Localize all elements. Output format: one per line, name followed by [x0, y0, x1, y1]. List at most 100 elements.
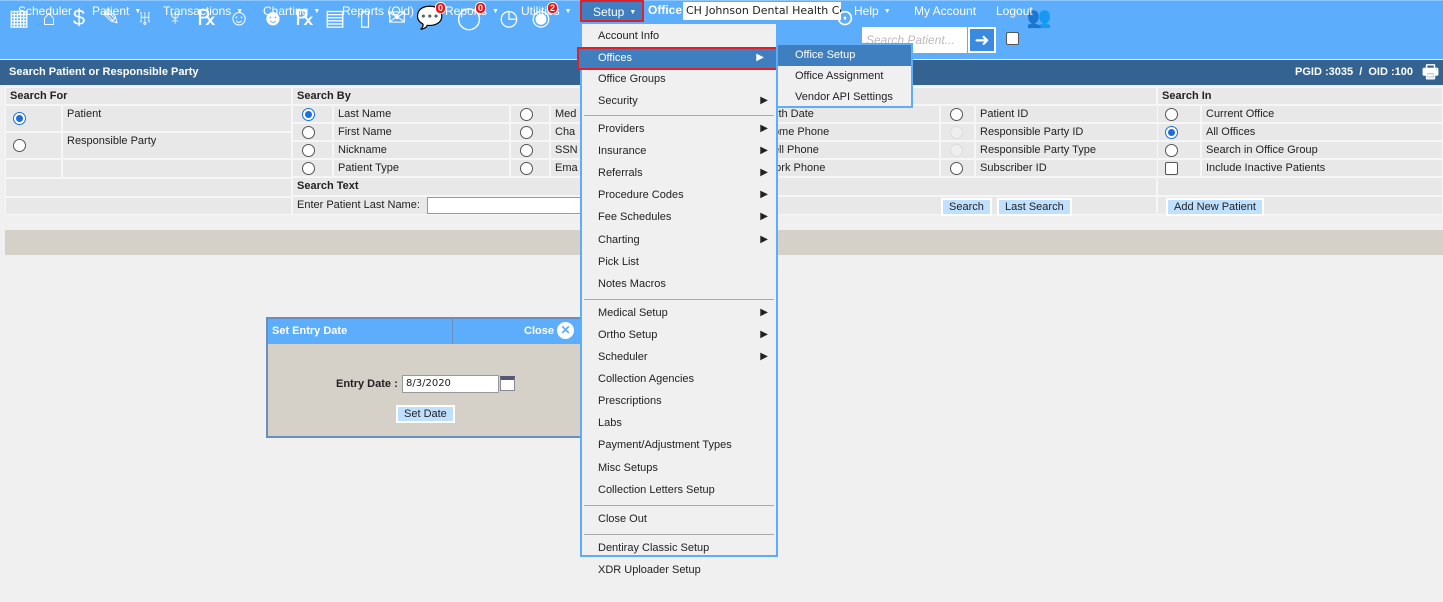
dialog-close-button[interactable]: Close ✕: [524, 322, 575, 339]
menu-item-label: Insurance: [598, 145, 647, 158]
empty-cell: [5, 197, 292, 215]
calendar-icon[interactable]: ▦: [6, 4, 32, 32]
add-new-patient-button[interactable]: Add New Patient: [1166, 198, 1264, 216]
search-by-patient-id-radio[interactable]: [950, 108, 963, 121]
tooth-icon[interactable]: ♅: [132, 4, 158, 32]
submenu-item-vendor-api-settings[interactable]: Vendor API Settings: [778, 87, 911, 108]
menu-item-prescriptions[interactable]: Prescriptions: [582, 391, 776, 412]
search-text-input[interactable]: [427, 197, 587, 214]
toolbar-checkbox[interactable]: [1006, 32, 1019, 45]
page-title: Search Patient or Responsible Party: [9, 66, 199, 78]
submenu-item-office-setup[interactable]: Office Setup: [778, 45, 911, 66]
nav-logout[interactable]: Logout: [996, 4, 1033, 18]
message-icon[interactable]: ◯ 0: [456, 2, 486, 32]
notification-badge: 2: [547, 2, 558, 14]
menu-item-label: Providers: [598, 123, 645, 135]
menu-item-pick-list[interactable]: Pick List: [582, 252, 776, 273]
search-by-patient-type-radio[interactable]: [302, 162, 315, 175]
menu-item-labs[interactable]: Labs: [582, 413, 776, 434]
mail-icon[interactable]: ✉: [384, 4, 410, 32]
search-for-responsible-party-radio[interactable]: [13, 139, 26, 152]
entry-date-label: Entry Date :: [336, 378, 398, 390]
home-icon[interactable]: ⌂: [36, 4, 62, 32]
radio-cell: [1157, 105, 1201, 123]
search-by-med-radio[interactable]: [520, 108, 533, 121]
set-entry-date-dialog: Set Entry Date Close ✕ Entry Date : 8/3/…: [266, 317, 586, 438]
menu-item-xdr-uploader-setup[interactable]: XDR Uploader Setup: [582, 560, 776, 581]
search-by-last-name-radio[interactable]: [302, 108, 315, 121]
menu-item-providers[interactable]: Providers ▶: [582, 119, 776, 140]
menu-item-misc-setups[interactable]: Misc Setups: [582, 458, 776, 479]
close-label: Close: [524, 325, 554, 337]
menu-item-close-out[interactable]: Close Out: [582, 509, 776, 530]
empty-cell: [62, 159, 292, 178]
menu-item-office-groups[interactable]: Office Groups: [582, 69, 776, 90]
search-by-ssn-radio[interactable]: [520, 144, 533, 157]
patient-search-go-button[interactable]: ➜: [968, 27, 996, 53]
menu-item-medical-setup[interactable]: Medical Setup ▶: [582, 303, 776, 324]
search-in-search-in-office-group-radio[interactable]: [1165, 144, 1178, 157]
menu-item-scheduler[interactable]: Scheduler ▶: [582, 347, 776, 368]
submenu-item-office-assignment[interactable]: Office Assignment: [778, 66, 911, 87]
menu-item-security[interactable]: Security ▶: [582, 91, 776, 112]
menu-item-fee-schedules[interactable]: Fee Schedules ▶: [582, 207, 776, 228]
search-by-option-label: Nickname: [333, 141, 510, 159]
include-inactive-checkbox[interactable]: [1165, 162, 1178, 175]
entry-date-input[interactable]: 8/3/2020: [402, 375, 499, 393]
notepad-icon[interactable]: ▤: [322, 4, 348, 32]
submenu-arrow-icon: ▶: [760, 351, 768, 362]
close-icon: ✕: [557, 322, 575, 339]
menu-item-referrals[interactable]: Referrals ▶: [582, 163, 776, 184]
submenu-arrow-icon: ▶: [760, 328, 768, 340]
office-select[interactable]: CH Johnson Dental Health Ce: [683, 2, 841, 20]
menu-item-insurance[interactable]: Insurance ▶: [582, 141, 776, 162]
menu-separator: [584, 298, 774, 300]
chat-icon[interactable]: 💬 0: [416, 2, 446, 32]
tooth-root-icon[interactable]: ♆: [162, 4, 188, 32]
print-doc-icon[interactable]: ▯: [352, 4, 378, 32]
clock-icon[interactable]: ◷: [496, 4, 522, 32]
search-by-subscriber-id-radio[interactable]: [950, 162, 963, 175]
menu-item-charting[interactable]: Charting ▶: [582, 230, 776, 251]
nav-my-account[interactable]: My Account: [914, 4, 976, 18]
search-by-first-name-radio[interactable]: [302, 126, 315, 139]
search-by-nickname-radio[interactable]: [302, 144, 315, 157]
submenu-arrow-icon: ▶: [756, 51, 764, 63]
menu-item-procedure-codes[interactable]: Procedure Codes ▶: [582, 185, 776, 206]
add-family-icon[interactable]: ☻: [260, 4, 286, 32]
menu-item-notes-macros[interactable]: Notes Macros: [582, 274, 776, 295]
search-by-cha-radio[interactable]: [520, 126, 533, 139]
edit-list-icon[interactable]: ✎: [98, 4, 124, 32]
submenu-arrow-icon: ▶: [760, 145, 768, 157]
search-button[interactable]: Search: [941, 198, 992, 216]
menu-item-account-info[interactable]: Account Info: [582, 26, 776, 47]
set-date-button[interactable]: Set Date: [396, 405, 455, 423]
calendar-icon[interactable]: [500, 376, 515, 391]
menu-item-collection-letters-setup[interactable]: Collection Letters Setup: [582, 480, 776, 501]
menu-item-label: Collection Letters Setup: [598, 483, 715, 496]
submenu-arrow-icon: ▶: [760, 189, 768, 201]
search-for-patient-radio[interactable]: [13, 112, 26, 125]
treatment-icon[interactable]: ℞: [194, 4, 220, 32]
nav-help[interactable]: Help ▼: [854, 4, 891, 18]
search-by-ema-radio[interactable]: [520, 162, 533, 175]
last-search-button[interactable]: Last Search: [997, 198, 1072, 216]
menu-item-ortho-setup[interactable]: Ortho Setup ▶: [582, 325, 776, 346]
notification-badge: 0: [435, 2, 446, 14]
menu-item-payment-adjustment-types[interactable]: Payment/Adjustment Types: [582, 435, 776, 456]
search-in-all-offices-radio[interactable]: [1165, 126, 1178, 139]
menu-item-dentiray-classic-setup[interactable]: Dentiray Classic Setup: [582, 538, 776, 559]
transfer-money-icon[interactable]: $: [66, 4, 92, 32]
global-users-icon[interactable]: ◉ 2: [528, 2, 558, 32]
search-in-current-office-radio[interactable]: [1165, 108, 1178, 121]
search-in-option-label: All Offices: [1201, 123, 1443, 141]
nav-label: Help: [854, 4, 879, 18]
nav-setup[interactable]: Setup ▼: [580, 0, 644, 22]
menu-item-collection-agencies[interactable]: Collection Agencies: [582, 369, 776, 390]
menu-separator: [584, 504, 774, 506]
caret-down-icon: ▼: [883, 8, 891, 15]
add-user-icon[interactable]: ☺: [226, 4, 252, 32]
prescription-icon[interactable]: ℞: [292, 4, 318, 32]
print-icon[interactable]: 🖶: [1422, 60, 1439, 90]
option-label: Responsible Party: [62, 132, 292, 159]
